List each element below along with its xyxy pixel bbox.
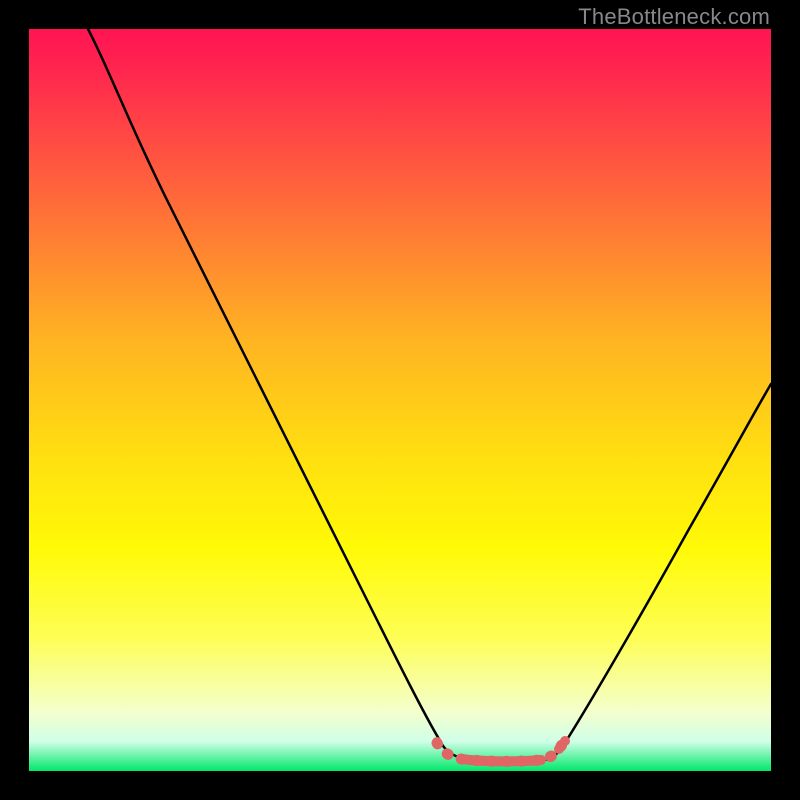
chart-container: TheBottleneck.com xyxy=(0,0,800,800)
plot-background-gradient xyxy=(29,29,771,771)
attribution-text: TheBottleneck.com xyxy=(578,4,770,30)
